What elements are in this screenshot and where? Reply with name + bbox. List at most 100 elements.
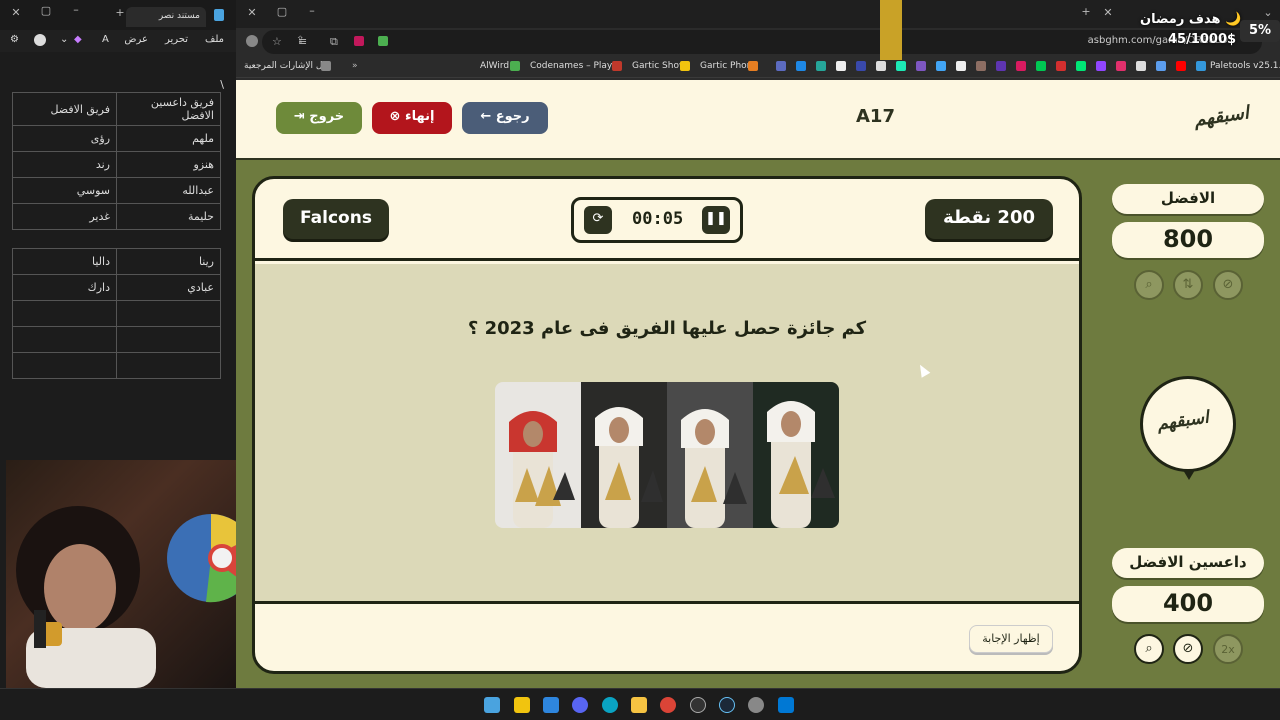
bookmark-icon[interactable] [1056, 61, 1066, 71]
bookmark-icon[interactable] [936, 61, 946, 71]
bookmark-icon[interactable] [956, 61, 966, 71]
maximize-window-icon[interactable]: ▢ [274, 5, 290, 18]
notepad-icon[interactable] [484, 697, 500, 713]
font-size-icon[interactable]: A [102, 34, 109, 45]
extension-icon[interactable] [354, 36, 364, 46]
show-answer-button[interactable]: إظهار الإجابة [969, 625, 1053, 653]
table-cell[interactable]: ملهم [116, 125, 221, 152]
back-button[interactable]: رجوع ← [462, 102, 548, 134]
bookmark-codenames[interactable]: Codenames – Play... [530, 61, 620, 71]
bookmark-icon[interactable] [1156, 61, 1166, 71]
file-explorer-icon[interactable] [631, 697, 647, 713]
swap-icon[interactable]: ⇅ [1173, 270, 1203, 300]
search-icon[interactable]: ⌕ [1134, 634, 1164, 664]
reset-timer-button[interactable]: ⟳ [584, 206, 612, 234]
document-tab[interactable]: مستند نصر [126, 7, 206, 27]
close-window-icon[interactable]: ✕ [8, 6, 24, 19]
double-points-button[interactable]: 2x [1213, 634, 1243, 664]
bookmark-icon[interactable] [976, 61, 986, 71]
bookmark-gartic-show[interactable]: Gartic Show [632, 61, 686, 71]
chrome-icon[interactable] [660, 697, 676, 713]
profile-icon[interactable] [246, 35, 258, 47]
bookmark-icon[interactable] [776, 61, 786, 71]
search-icon[interactable]: ⌕ [1134, 270, 1164, 300]
block-icon[interactable]: ⊘ [1213, 270, 1243, 300]
close-window-icon[interactable]: ✕ [244, 6, 260, 19]
table-cell[interactable] [12, 326, 117, 353]
address-bar[interactable]: ☆ ⇪ asbghm.com/game/ORE8LO [262, 30, 1262, 54]
bookmark-icon[interactable] [856, 61, 866, 71]
table-cell[interactable]: عبدالله [116, 177, 221, 204]
table-header[interactable]: فريق الافضل [12, 92, 117, 126]
minimize-window-icon[interactable]: – [304, 4, 320, 17]
bookmark-icon[interactable] [896, 61, 906, 71]
bookmark-icon[interactable] [876, 61, 886, 71]
extension-icon[interactable]: ≡ [298, 35, 307, 48]
bookmark-icon[interactable] [1036, 61, 1046, 71]
table-cell[interactable]: رينا [116, 248, 221, 275]
close-tab-icon[interactable]: ✕ [1100, 6, 1116, 19]
block-icon[interactable]: ⊘ [1173, 634, 1203, 664]
chevrons-icon[interactable]: » [352, 61, 358, 71]
maximize-window-icon[interactable]: ▢ [38, 4, 54, 17]
bookmark-icon[interactable] [1016, 61, 1026, 71]
avatar[interactable] [34, 34, 46, 46]
app-icon[interactable] [543, 697, 559, 713]
table-cell[interactable]: عبادي [116, 274, 221, 301]
table-cell[interactable]: غدير [12, 203, 117, 230]
instagram-icon[interactable] [1116, 61, 1126, 71]
end-button[interactable]: إنهاء ⊗ [372, 102, 452, 134]
bookmark-alwird[interactable]: AlWird [480, 61, 509, 71]
youtube-icon[interactable] [1176, 61, 1186, 71]
discord-icon[interactable] [572, 697, 588, 713]
bookmark-icon[interactable] [836, 61, 846, 71]
gear-icon[interactable]: ⚙ [10, 34, 19, 45]
extensions-puzzle-icon[interactable]: ⧉ [330, 35, 338, 49]
menu-file[interactable]: ملف [205, 34, 224, 45]
minimize-window-icon[interactable]: – [68, 3, 84, 16]
pause-timer-button[interactable]: ❚❚ [702, 206, 730, 234]
table-cell[interactable]: رند [12, 151, 117, 178]
teams-table-2: رينا داليا عبادي دارك [12, 248, 221, 379]
tab-search-icon[interactable]: ⌄ [1260, 6, 1276, 19]
table-cell[interactable]: رؤى [12, 125, 117, 152]
bookmark-icon[interactable] [1076, 61, 1086, 71]
chevron-down-icon[interactable]: ⌄ [60, 34, 68, 45]
menu-edit[interactable]: تحرير [165, 34, 188, 45]
table-cell[interactable] [116, 326, 221, 353]
steam-icon[interactable] [719, 697, 735, 713]
bookmark-all[interactable]: كل الإشارات المرجعية [244, 61, 327, 71]
table-cell[interactable]: دارك [12, 274, 117, 301]
table-cell[interactable] [116, 300, 221, 327]
edge-icon[interactable] [602, 697, 618, 713]
app-icon[interactable] [514, 697, 530, 713]
bookmark-paletools[interactable]: Paletools v25.1.9 [1210, 61, 1280, 71]
team-1-score[interactable]: 800 [1112, 222, 1264, 258]
bookmark-icon[interactable] [996, 61, 1006, 71]
exit-button[interactable]: خروج ⇥ [276, 102, 362, 134]
bookmark-icon[interactable] [916, 61, 926, 71]
table-cell[interactable] [12, 300, 117, 327]
table-cell[interactable]: هنزو [116, 151, 221, 178]
table-cell[interactable]: داليا [12, 248, 117, 275]
x-icon[interactable] [1136, 61, 1146, 71]
table-cell[interactable] [12, 352, 117, 379]
windows-start-icon[interactable] [778, 697, 794, 713]
team-2-score[interactable]: 400 [1112, 586, 1264, 622]
bookmark-icon[interactable] [816, 61, 826, 71]
copilot-icon[interactable]: ◆ [74, 34, 82, 45]
shield-icon[interactable] [378, 36, 388, 46]
table-cell[interactable]: حليمة [116, 203, 221, 230]
gartic-show-icon [680, 61, 690, 71]
table-cell[interactable] [116, 352, 221, 379]
bookmark-star-icon[interactable]: ☆ [272, 35, 282, 48]
table-cell[interactable]: سوسي [12, 177, 117, 204]
table-header[interactable]: فريق داعسين الافضل [116, 92, 221, 126]
menu-view[interactable]: عرض [124, 34, 148, 45]
bookmark-icon[interactable] [796, 61, 806, 71]
twitch-icon[interactable] [1096, 61, 1106, 71]
table-row: فريق داعسين الافضل فريق الافضل [12, 92, 221, 126]
obs-icon[interactable] [690, 697, 706, 713]
settings-icon[interactable] [748, 697, 764, 713]
new-tab-icon[interactable]: + [1078, 5, 1094, 18]
